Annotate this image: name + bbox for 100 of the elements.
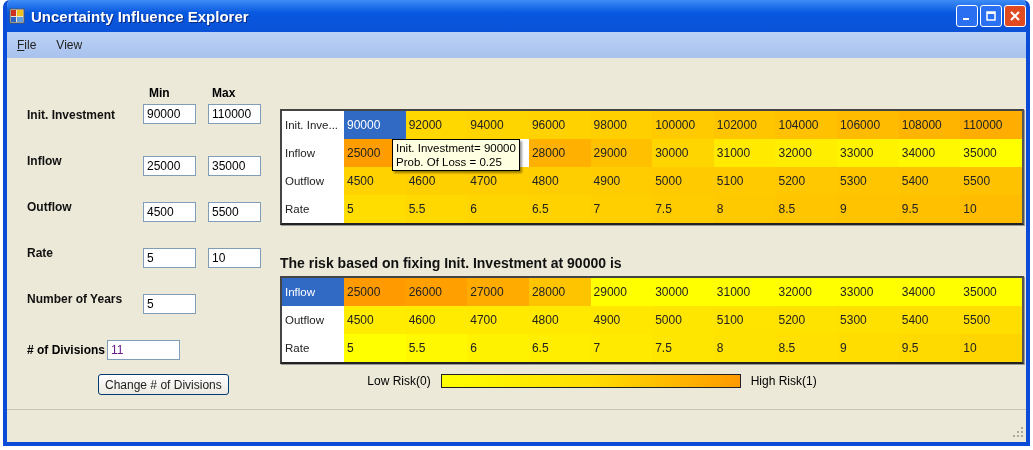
grid-cell[interactable]: 100000 xyxy=(652,111,714,139)
grid-cell[interactable]: 5 xyxy=(344,334,406,362)
grid-cell[interactable]: 5500 xyxy=(960,167,1022,195)
grid-cell[interactable]: 5000 xyxy=(652,306,714,334)
input-field[interactable]: 5 xyxy=(143,248,196,268)
grid-cell[interactable]: 7 xyxy=(590,195,653,223)
grid-cell[interactable]: 4600 xyxy=(405,306,468,334)
grid-cell[interactable]: 4900 xyxy=(590,306,653,334)
grid-cell[interactable]: 10 xyxy=(960,195,1022,223)
grid-cell[interactable]: 32000 xyxy=(775,278,838,306)
grid-cell[interactable]: 29000 xyxy=(590,278,653,306)
grid-cell[interactable]: 28000 xyxy=(528,139,591,167)
legend-label: High Risk(1) xyxy=(750,374,817,388)
grid-cell[interactable]: 34000 xyxy=(898,278,961,306)
grid-cell[interactable]: 5.5 xyxy=(405,195,468,223)
grid-cell[interactable]: 5200 xyxy=(775,167,838,195)
grid-cell[interactable]: 90000 xyxy=(344,111,406,139)
grid-cell[interactable]: 5000 xyxy=(652,167,714,195)
grid-cell[interactable]: 110000 xyxy=(960,111,1022,139)
grid-cell[interactable]: 6 xyxy=(467,195,529,223)
input-field[interactable]: 110000 xyxy=(208,104,261,124)
row-header[interactable]: Inflow xyxy=(282,139,344,167)
grid-cell[interactable]: 7 xyxy=(590,334,653,362)
grid-cell[interactable]: 5.5 xyxy=(405,334,468,362)
grid-cell[interactable]: 31000 xyxy=(713,139,776,167)
grid-cell[interactable]: 4900 xyxy=(590,167,653,195)
input-field[interactable]: 5500 xyxy=(208,202,261,222)
grid-cell[interactable]: 30000 xyxy=(652,139,714,167)
row-header[interactable]: Outflow xyxy=(282,167,344,195)
grid-cell[interactable]: 35000 xyxy=(960,278,1022,306)
row-header[interactable]: Init. Inve... xyxy=(282,111,344,139)
input-field[interactable]: 4500 xyxy=(143,202,196,222)
grid-cell[interactable]: 8 xyxy=(713,334,776,362)
grid-cell[interactable]: 30000 xyxy=(652,278,714,306)
field-label: Init. Investment xyxy=(27,108,116,122)
input-field[interactable]: 11 xyxy=(107,340,181,360)
close-icon xyxy=(1010,11,1020,21)
row-header[interactable]: Rate xyxy=(282,195,344,223)
grid-cell[interactable]: 5100 xyxy=(713,167,776,195)
minimize-button[interactable] xyxy=(956,5,978,27)
input-field[interactable]: 35000 xyxy=(208,156,261,176)
field-label: Rate xyxy=(27,246,54,260)
grid-cell[interactable]: 26000 xyxy=(405,278,468,306)
grid-cell[interactable]: 5300 xyxy=(837,167,899,195)
maximize-button[interactable] xyxy=(980,5,1002,27)
change-divisions-button[interactable]: Change # of Divisions xyxy=(98,374,229,395)
grid-cell[interactable]: 5300 xyxy=(837,306,899,334)
grid-cell[interactable]: 8.5 xyxy=(775,334,838,362)
grid-cell[interactable]: 31000 xyxy=(713,278,776,306)
grid-cell[interactable]: 4500 xyxy=(344,167,406,195)
grid-cell[interactable]: 4700 xyxy=(467,306,529,334)
grid-cell[interactable]: 104000 xyxy=(775,111,838,139)
grid-cell[interactable]: 108000 xyxy=(898,111,961,139)
grid-cell[interactable]: 98000 xyxy=(590,111,653,139)
grid-cell[interactable]: 7.5 xyxy=(652,195,714,223)
grid-cell[interactable]: 6 xyxy=(467,334,529,362)
row-header[interactable]: Inflow xyxy=(282,278,344,306)
grid-cell[interactable]: 28000 xyxy=(528,278,591,306)
grid-cell[interactable]: 4800 xyxy=(528,306,591,334)
column-header: Min xyxy=(148,86,171,100)
grid-cell[interactable]: 5400 xyxy=(898,306,961,334)
grid-cell[interactable]: 8.5 xyxy=(775,195,838,223)
grid-cell[interactable]: 5400 xyxy=(898,167,961,195)
grid-cell[interactable]: 4800 xyxy=(528,167,591,195)
menu-item[interactable]: View xyxy=(56,38,83,52)
input-field[interactable]: 25000 xyxy=(143,156,196,176)
input-field[interactable]: 10 xyxy=(208,248,261,268)
grid-cell[interactable]: 6.5 xyxy=(528,334,591,362)
grid-cell[interactable]: 8 xyxy=(713,195,776,223)
grid-cell[interactable]: 35000 xyxy=(960,139,1022,167)
grid-cell[interactable]: 29000 xyxy=(590,139,653,167)
grid-cell[interactable]: 34000 xyxy=(898,139,961,167)
grid-cell[interactable]: 9.5 xyxy=(898,195,961,223)
grid-cell[interactable]: 33000 xyxy=(837,278,899,306)
row-header[interactable]: Rate xyxy=(282,334,344,362)
grid-cell[interactable]: 9 xyxy=(837,334,899,362)
input-field[interactable]: 90000 xyxy=(143,104,196,124)
grid-cell[interactable]: 33000 xyxy=(837,139,899,167)
close-button[interactable] xyxy=(1004,5,1026,27)
input-field[interactable]: 5 xyxy=(143,294,196,314)
grid-cell[interactable]: 32000 xyxy=(775,139,838,167)
grid-cell[interactable]: 94000 xyxy=(467,111,529,139)
grid-cell[interactable]: 5200 xyxy=(775,306,838,334)
grid-cell[interactable]: 96000 xyxy=(528,111,591,139)
grid-cell[interactable]: 9.5 xyxy=(898,334,961,362)
grid-cell[interactable]: 9 xyxy=(837,195,899,223)
grid-cell[interactable]: 5 xyxy=(344,195,406,223)
grid-cell[interactable]: 6.5 xyxy=(528,195,591,223)
grid-cell[interactable]: 27000 xyxy=(467,278,529,306)
grid-cell[interactable]: 7.5 xyxy=(652,334,714,362)
grid-cell[interactable]: 102000 xyxy=(713,111,776,139)
menu-item[interactable]: File xyxy=(17,38,37,52)
grid-cell[interactable]: 25000 xyxy=(344,278,406,306)
grid-cell[interactable]: 5500 xyxy=(960,306,1022,334)
grid-cell[interactable]: 106000 xyxy=(837,111,899,139)
grid-cell[interactable]: 5100 xyxy=(713,306,776,334)
grid-cell[interactable]: 92000 xyxy=(405,111,468,139)
row-header[interactable]: Outflow xyxy=(282,306,344,334)
grid-cell[interactable]: 4500 xyxy=(344,306,406,334)
grid-cell[interactable]: 10 xyxy=(960,334,1022,362)
